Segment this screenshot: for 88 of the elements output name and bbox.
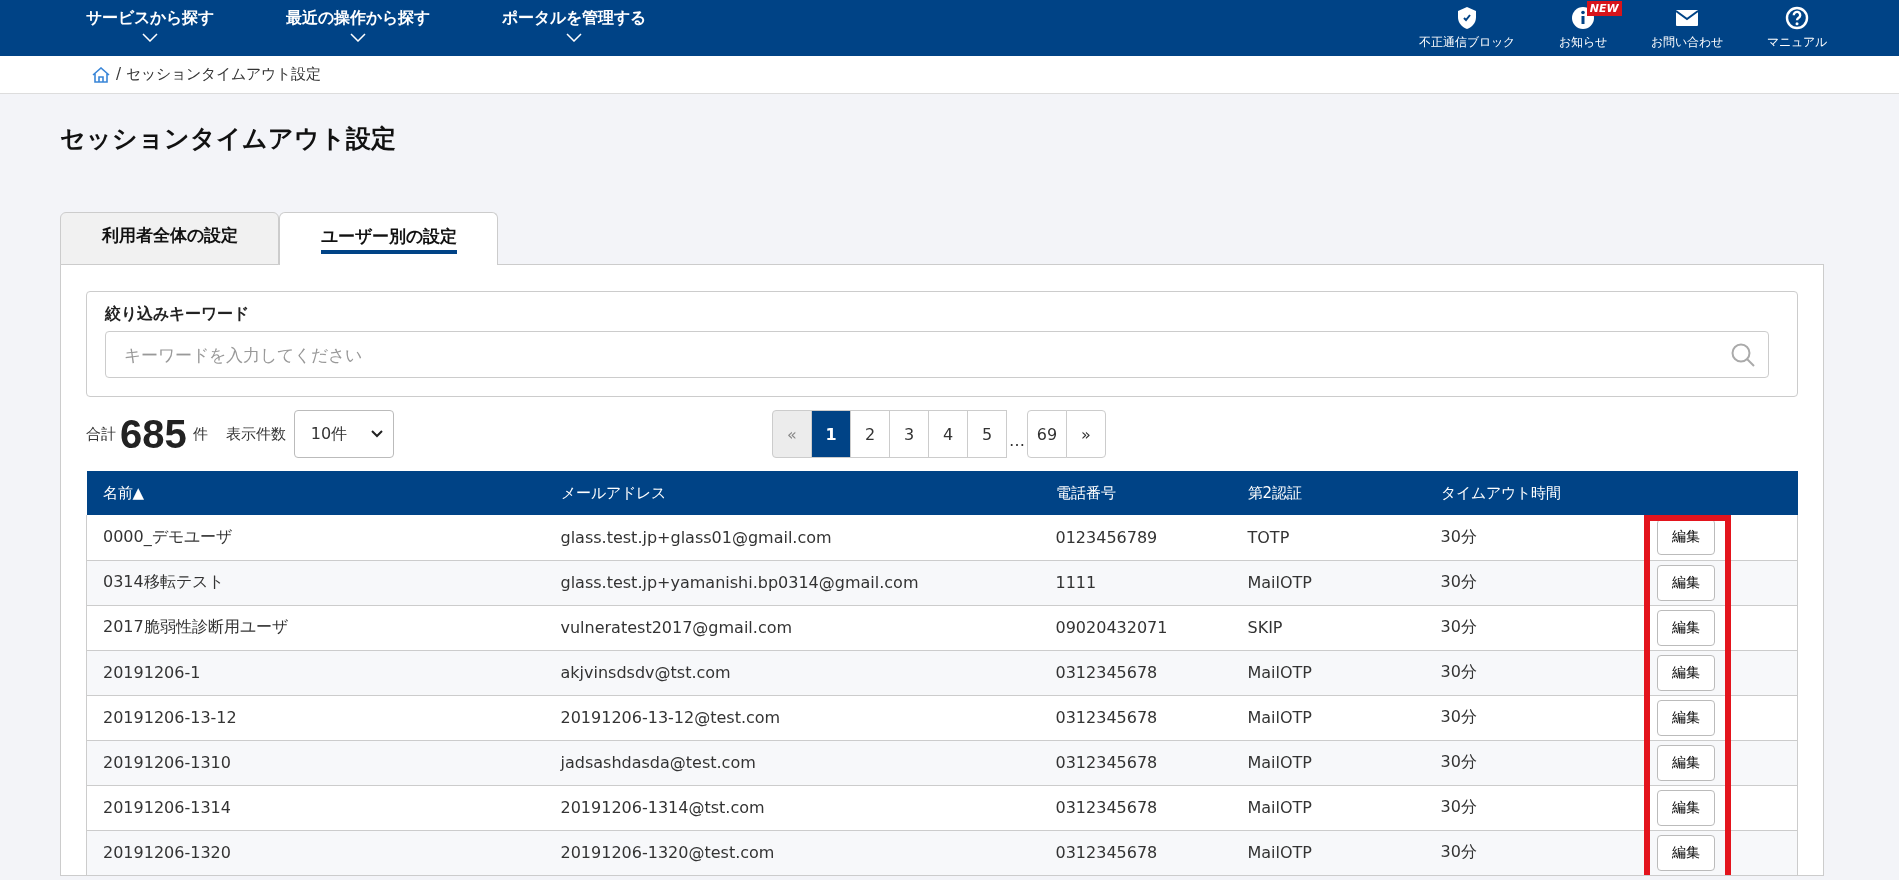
table-cell: 30分 bbox=[1424, 560, 1630, 605]
utility-link[interactable]: お問い合わせ bbox=[1629, 0, 1745, 56]
search-icon[interactable] bbox=[1730, 341, 1756, 368]
page-button[interactable]: 69 bbox=[1027, 410, 1067, 458]
next-page-button[interactable]: » bbox=[1066, 410, 1106, 458]
table-cell: 0312345678 bbox=[1039, 740, 1232, 785]
table-cell: 0123456789 bbox=[1039, 515, 1232, 560]
table-cell: 0314移転テスト bbox=[86, 560, 545, 605]
table-cell: MailOTP bbox=[1231, 830, 1425, 875]
table-cell: akjvinsdsdv@tst.com bbox=[544, 650, 1040, 695]
edit-button[interactable]: 編集 bbox=[1656, 789, 1715, 826]
home-icon[interactable] bbox=[92, 66, 110, 83]
table-cell: 0000_デモユーザ bbox=[86, 515, 545, 560]
breadcrumb-current: / セッションタイムアウト設定 bbox=[116, 65, 321, 84]
table-cell: 09020432071 bbox=[1039, 605, 1232, 650]
table-cell: 0312345678 bbox=[1039, 785, 1232, 830]
edit-button[interactable]: 編集 bbox=[1656, 744, 1715, 781]
new-badge: NEW bbox=[1586, 1, 1622, 16]
table-cell: MailOTP bbox=[1231, 650, 1425, 695]
page-button[interactable]: 4 bbox=[928, 410, 968, 458]
page-button[interactable]: 5 bbox=[967, 410, 1007, 458]
keyword-input[interactable]: キーワードを入力してください bbox=[122, 343, 1730, 366]
edit-button[interactable]: 編集 bbox=[1656, 699, 1715, 736]
table-cell: 30分 bbox=[1424, 515, 1630, 560]
per-page-label: 表示件数 bbox=[225, 424, 286, 444]
table-cell: 30分 bbox=[1424, 785, 1630, 830]
table-cell: glass.test.jp+yamanishi.bp0314@gmail.com bbox=[544, 560, 1040, 605]
column-header: 第2認証 bbox=[1231, 471, 1425, 515]
page-ellipsis: … bbox=[1008, 431, 1026, 450]
utility-link[interactable]: 不正通信ブロック bbox=[1397, 0, 1537, 56]
table-cell: 20191206-1 bbox=[86, 650, 545, 695]
chevron-down-icon bbox=[371, 430, 384, 438]
column-header: メールアドレス bbox=[544, 471, 1040, 515]
utility-link[interactable]: マニュアル bbox=[1745, 0, 1849, 56]
edit-button[interactable]: 編集 bbox=[1656, 519, 1715, 556]
table-cell: 20191206-13-12 bbox=[86, 695, 545, 740]
table-cell: 2017脆弱性診断用ユーザ bbox=[86, 605, 545, 650]
table-cell: SKIP bbox=[1231, 605, 1425, 650]
count-unit: 件 bbox=[192, 424, 208, 444]
table-cell: 20191206-13-12@test.com bbox=[544, 695, 1040, 740]
edit-button[interactable]: 編集 bbox=[1656, 609, 1715, 646]
page-title: セッションタイムアウト設定 bbox=[60, 123, 397, 155]
search-field[interactable]: キーワードを入力してください bbox=[105, 331, 1769, 378]
table-cell: 0312345678 bbox=[1039, 830, 1232, 875]
table-cell: MailOTP bbox=[1231, 695, 1425, 740]
per-page-select[interactable]: 10件 bbox=[293, 410, 395, 458]
page-button[interactable]: 2 bbox=[850, 410, 890, 458]
nav-menu[interactable]: 最近の操作から探す bbox=[286, 0, 430, 56]
table-cell: 0312345678 bbox=[1039, 650, 1232, 695]
edit-button[interactable]: 編集 bbox=[1656, 654, 1715, 691]
help-icon bbox=[1785, 6, 1809, 30]
table-cell: 0312345678 bbox=[1039, 695, 1232, 740]
page-button[interactable]: 1 bbox=[811, 410, 851, 458]
table-cell: 20191206-1320@test.com bbox=[544, 830, 1040, 875]
table-cell: 30分 bbox=[1424, 740, 1630, 785]
table-cell: 20191206-1314 bbox=[86, 785, 545, 830]
edit-button[interactable]: 編集 bbox=[1656, 834, 1715, 871]
page-button[interactable]: 3 bbox=[889, 410, 929, 458]
table-cell: 20191206-1314@tst.com bbox=[544, 785, 1040, 830]
chevron-down-icon bbox=[566, 33, 582, 42]
column-header[interactable]: 名前▲ bbox=[86, 471, 545, 515]
column-header: タイムアウト時間 bbox=[1424, 471, 1630, 515]
nav-menu[interactable]: サービスから探す bbox=[86, 0, 214, 56]
table-cell: glass.test.jp+glass01@gmail.com bbox=[544, 515, 1040, 560]
table-cell: vulneratest2017@gmail.com bbox=[544, 605, 1040, 650]
table-cell: MailOTP bbox=[1231, 740, 1425, 785]
total-label: 合計 bbox=[86, 424, 116, 444]
table-cell: jadsashdasda@test.com bbox=[544, 740, 1040, 785]
edit-button[interactable]: 編集 bbox=[1656, 564, 1715, 601]
table-cell: MailOTP bbox=[1231, 785, 1425, 830]
tab[interactable]: ユーザー別の設定 bbox=[279, 212, 498, 265]
table-cell: TOTP bbox=[1231, 515, 1425, 560]
table-cell: 20191206-1320 bbox=[86, 830, 545, 875]
shield-icon bbox=[1455, 6, 1479, 30]
table-cell: 30分 bbox=[1424, 605, 1630, 650]
total-count: 685 bbox=[120, 411, 187, 457]
table-cell: 1111 bbox=[1039, 560, 1232, 605]
chevron-down-icon bbox=[142, 33, 158, 42]
table-cell: 30分 bbox=[1424, 695, 1630, 740]
filter-label: 絞り込みキーワード bbox=[105, 304, 250, 325]
nav-menu[interactable]: ポータルを管理する bbox=[502, 0, 646, 56]
column-header: 電話番号 bbox=[1039, 471, 1232, 515]
table-cell: 20191206-1310 bbox=[86, 740, 545, 785]
table-cell: 30分 bbox=[1424, 650, 1630, 695]
table-cell: MailOTP bbox=[1231, 560, 1425, 605]
tab[interactable]: 利用者全体の設定 bbox=[60, 212, 279, 265]
table-cell: 30分 bbox=[1424, 830, 1630, 875]
chevron-down-icon bbox=[350, 33, 366, 42]
